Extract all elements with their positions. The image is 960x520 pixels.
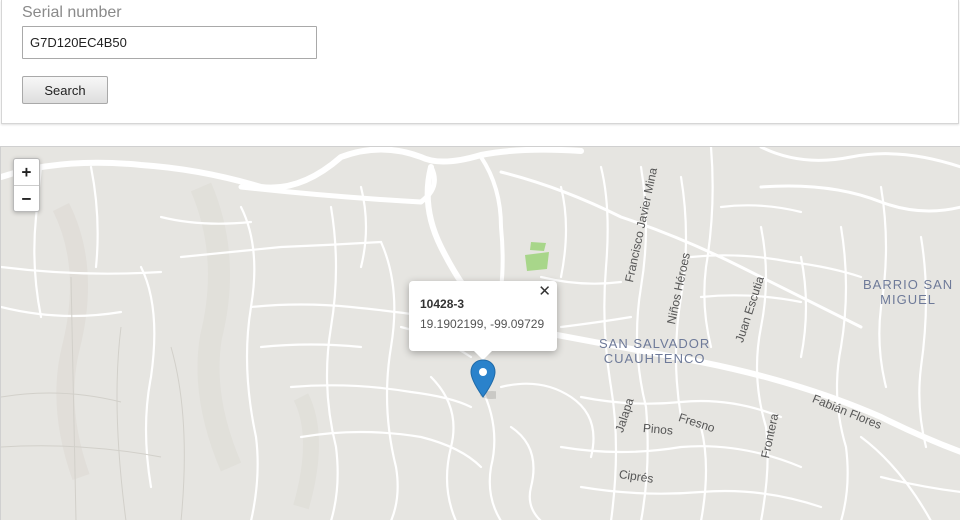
search-panel: Serial number Search	[1, 0, 959, 124]
map-pin-icon	[470, 359, 504, 399]
serial-number-input[interactable]	[22, 26, 317, 59]
marker-popup: ✕ 10428-3 19.1902199, -99.09729	[409, 281, 557, 360]
location-marker[interactable]	[470, 359, 504, 404]
popup-coordinates: 19.1902199, -99.09729	[420, 317, 545, 331]
street-label-pinos: Pinos	[642, 421, 674, 438]
map[interactable]: Francisco Javier Mina Niños Héroes Juan …	[0, 146, 960, 520]
zoom-in-button[interactable]: +	[14, 159, 39, 186]
serial-number-label: Serial number	[22, 4, 122, 21]
district-label-barrio-san-miguel: BARRIO SAN MIGUEL	[863, 277, 954, 307]
zoom-control: + −	[13, 158, 40, 212]
popup-close-button[interactable]: ✕	[538, 282, 551, 300]
district-label-san-salvador-cuauhtenco: SAN SALVADOR CUAUHTENCO	[599, 336, 711, 366]
zoom-out-button[interactable]: −	[14, 186, 39, 212]
popup-title: 10428-3	[420, 297, 465, 311]
search-button[interactable]: Search	[22, 76, 108, 104]
